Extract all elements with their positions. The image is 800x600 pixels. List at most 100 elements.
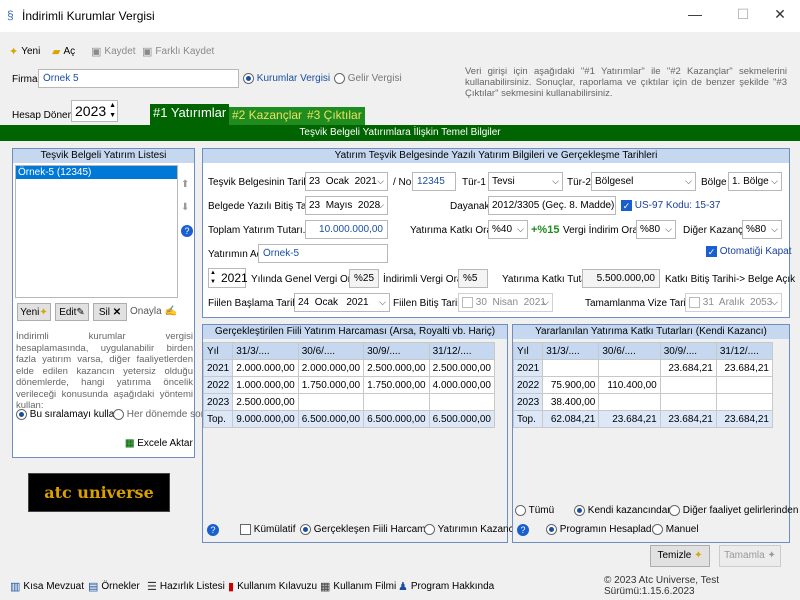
- tab-kazanclar[interactable]: #2 Kazançlar: [229, 107, 306, 126]
- help-icon[interactable]: ?: [207, 524, 219, 536]
- table-cell[interactable]: 75.900,00: [542, 376, 600, 394]
- table-cell[interactable]: [659, 393, 717, 411]
- radio-dot: [515, 505, 526, 516]
- toolbar-save-as[interactable]: ▣ Farklı Kaydet: [142, 42, 214, 60]
- us97-checkbox[interactable]: ✓ US-97 Kodu: 15-37: [621, 200, 720, 211]
- table-cell[interactable]: [542, 359, 600, 377]
- table-cell[interactable]: 2.500.000,00: [232, 393, 299, 411]
- temizle-button[interactable]: Temizle ✦: [650, 545, 710, 567]
- table-cell[interactable]: [428, 393, 496, 411]
- katki-table[interactable]: Yıl 31/3/.... 30/6/.... 30/9/.... 31/12/…: [512, 342, 774, 428]
- tamamla-button[interactable]: Tamamla ✦: [719, 545, 781, 567]
- spinner-arrows-icon[interactable]: ▲ ▼: [109, 101, 116, 121]
- table-cell[interactable]: [297, 393, 365, 411]
- belge-tarih-label: Teşvik Belgesinin Tarihi..: [208, 177, 317, 188]
- list-delete-button[interactable]: Sil ✕: [93, 303, 127, 321]
- yil-spinner[interactable]: ▲ ▼ 2021: [208, 268, 248, 288]
- radio-use-order[interactable]: Bu sıralamayı kullan: [16, 409, 120, 420]
- otomatigi-checkbox[interactable]: ✓ Otomatiği Kapat: [706, 246, 792, 257]
- radio-manuel[interactable]: Manuel: [652, 524, 699, 535]
- table-cell[interactable]: [715, 393, 774, 411]
- diger-select[interactable]: %80 ⌵: [742, 220, 782, 239]
- radio-diger[interactable]: Diğer faaliyet gelirlerinden: [669, 505, 798, 516]
- baslama-picker[interactable]: 24 Ocak 2021 ⌵: [294, 293, 390, 312]
- status-kisa-mevzuat[interactable]: ▥ Kısa Mevzuat: [10, 576, 84, 596]
- status-ornekler-label: Örnekler: [101, 580, 140, 592]
- radio-tumu[interactable]: Tümü: [515, 505, 554, 516]
- kumulatif-checkbox[interactable]: Kümülatif: [240, 524, 295, 535]
- tur1-select[interactable]: Tevsi ⌵: [488, 172, 563, 191]
- table-cell[interactable]: [598, 359, 661, 377]
- list-item[interactable]: Örnek-5 (12345): [16, 166, 177, 179]
- table-cell[interactable]: 1.750.000,00: [297, 376, 365, 394]
- radio-ask-each-label: Her dönemde sor: [126, 409, 205, 421]
- no-input[interactable]: [412, 172, 456, 191]
- table-cell[interactable]: 2.000.000,00: [232, 359, 299, 377]
- katki-select[interactable]: %40 ⌵: [488, 220, 528, 239]
- table-cell[interactable]: [598, 393, 661, 411]
- table-cell[interactable]: 23.684,21: [659, 359, 717, 377]
- tutar-input[interactable]: [305, 220, 388, 239]
- maximize-button[interactable]: ☐: [728, 6, 758, 23]
- minimize-button[interactable]: —: [680, 6, 710, 22]
- baslama-month: Ocak: [314, 297, 339, 308]
- table-cell[interactable]: 2.500.000,00: [428, 359, 496, 377]
- list-approve-button[interactable]: Onayla ✍: [130, 306, 177, 317]
- row-header: 2023: [512, 393, 544, 411]
- list-new-button[interactable]: Yeni✦: [17, 303, 51, 321]
- table-cell[interactable]: 38.400,00: [542, 393, 600, 411]
- status-hakkinda[interactable]: ♟ Program Hakkında: [398, 576, 494, 596]
- tur2-select[interactable]: Bölgesel ⌵: [591, 172, 696, 191]
- close-button[interactable]: ✕: [765, 6, 795, 23]
- status-ornekler[interactable]: ▤ Örnekler: [88, 576, 140, 596]
- fiilen-bitis-picker[interactable]: 30 Nisan 2021 ⌵: [458, 293, 553, 312]
- indirim-select[interactable]: %80 ⌵: [636, 220, 676, 239]
- belge-tarih-picker[interactable]: 23 Ocak 2021 ⌵: [305, 172, 388, 191]
- no-label: / No: [393, 177, 412, 188]
- ad-input[interactable]: [258, 244, 388, 263]
- radio-kurumlar[interactable]: Kurumlar Vergisi: [243, 73, 330, 84]
- vize-picker[interactable]: 31 Aralık 2053 ⌵: [685, 293, 782, 312]
- table-cell[interactable]: 110.400,00: [598, 376, 661, 394]
- table-cell[interactable]: 4.000.000,00: [428, 376, 496, 394]
- radio-program[interactable]: Programın Hesapladığı: [546, 524, 663, 535]
- radio-gercek[interactable]: Gerçekleşen Fiili Harcama: [300, 524, 431, 535]
- spinner-arrows-icon[interactable]: ▲ ▼: [210, 269, 216, 287]
- investment-list[interactable]: Örnek-5 (12345): [15, 165, 178, 298]
- toolbar-new[interactable]: ✦ Yeni: [9, 42, 40, 60]
- status-hazirlik[interactable]: ☰ Hazırlık Listesi: [147, 576, 225, 596]
- toolbar-save[interactable]: ▣ Kaydet: [91, 42, 136, 60]
- radio-yatirim-kazanci[interactable]: Yatırımın Kazancı: [424, 524, 516, 535]
- table-cell[interactable]: [715, 376, 774, 394]
- hesap-donemi-spinner[interactable]: 2023 ▲ ▼: [71, 100, 118, 122]
- radio-gelir[interactable]: Gelir Vergisi: [334, 73, 402, 84]
- table-cell[interactable]: 1.750.000,00: [363, 376, 430, 394]
- harcama-table[interactable]: Yıl 31/3/.... 30/6/.... 30/9/.... 31/12/…: [202, 342, 496, 428]
- table-cell[interactable]: 2.500.000,00: [363, 359, 430, 377]
- firma-input[interactable]: [38, 69, 239, 88]
- tab-yatirimlar[interactable]: #1 Yatırımlar: [150, 104, 230, 126]
- vize-checkbox[interactable]: [689, 296, 700, 308]
- help-icon[interactable]: ?: [517, 524, 529, 536]
- bitis-picker[interactable]: 23 Mayıs 2028 ⌵: [305, 196, 388, 215]
- status-kilavuz[interactable]: ▮ Kullanım Kılavuzu: [228, 576, 317, 596]
- list-title: Teşvik Belgeli Yatırım Listesi: [13, 149, 194, 163]
- table-cell[interactable]: 2.000.000,00: [297, 359, 365, 377]
- table-cell[interactable]: [659, 376, 717, 394]
- move-up-icon[interactable]: ⬆: [181, 179, 189, 190]
- bolge-select[interactable]: 1. Bölge ⌵: [728, 172, 782, 191]
- table-cell[interactable]: 1.000.000,00: [232, 376, 299, 394]
- table-cell[interactable]: 23.684,21: [715, 359, 774, 377]
- radio-ask-each[interactable]: Her dönemde sor: [113, 409, 204, 420]
- tab-ciktilar[interactable]: #3 Çıktılar: [304, 107, 365, 126]
- list-edit-button[interactable]: Edit✎: [55, 303, 89, 321]
- table-cell[interactable]: [363, 393, 430, 411]
- status-film[interactable]: ▦ Kullanım Filmi: [320, 576, 396, 596]
- move-down-icon[interactable]: ⬇: [181, 202, 189, 213]
- fiilen-bitis-checkbox[interactable]: [462, 296, 473, 308]
- export-excel-button[interactable]: ▦ Excele Aktar: [125, 438, 193, 449]
- radio-kendi[interactable]: Kendi kazancından: [574, 505, 673, 516]
- dayanak-select[interactable]: 2012/3305 (Geç. 8. Madde) ⌵: [488, 196, 616, 215]
- toolbar-open[interactable]: ▰ Aç: [52, 42, 75, 60]
- help-icon[interactable]: ?: [181, 225, 193, 237]
